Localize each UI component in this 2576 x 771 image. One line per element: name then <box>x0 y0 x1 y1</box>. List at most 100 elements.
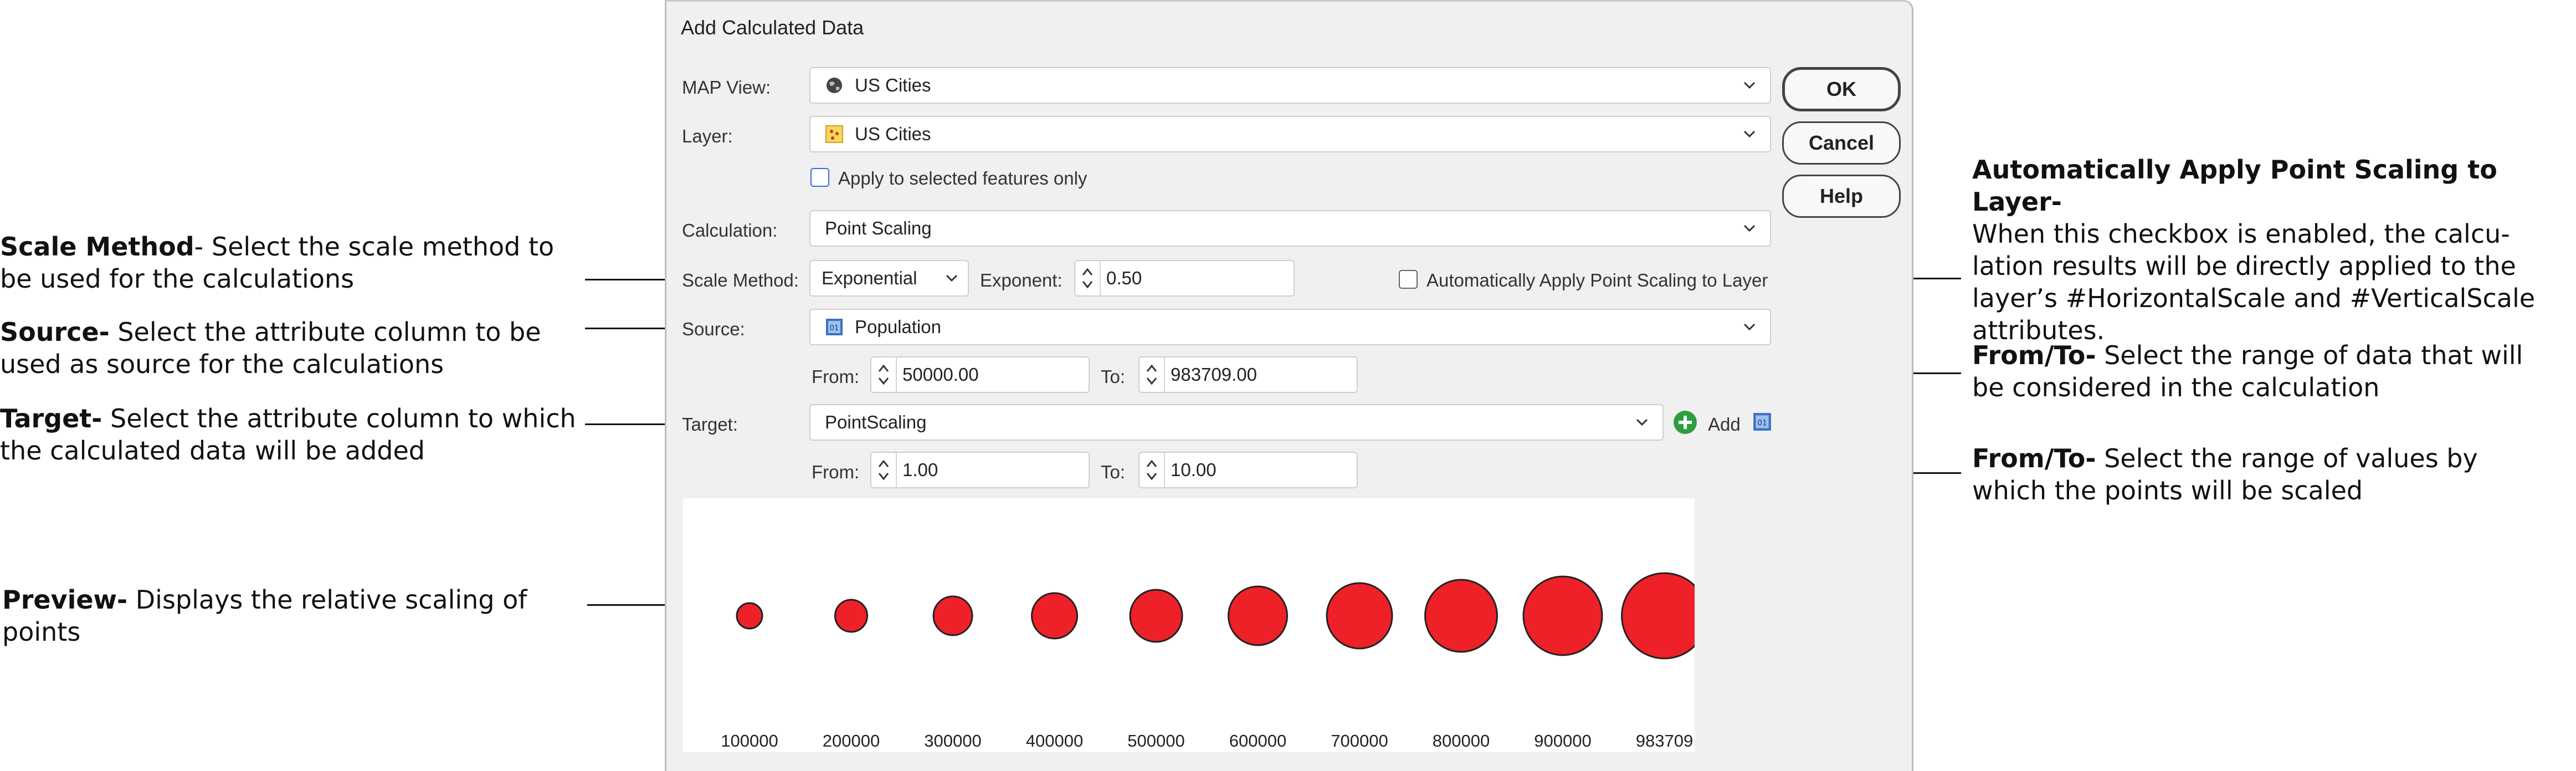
svg-text:01: 01 <box>830 324 839 333</box>
auto-apply-checkbox[interactable] <box>1399 270 1418 289</box>
leader-line <box>585 423 676 425</box>
annotation-source-range: From/To- Select the range of data that w… <box>1972 339 2559 404</box>
chevron-down-icon <box>1743 81 1756 89</box>
cancel-button[interactable]: Cancel <box>1782 121 1901 165</box>
annotation-title: Automatically Apply Point Scaling to Lay… <box>1972 155 2497 217</box>
stepper-arrows-icon[interactable] <box>871 358 897 392</box>
preview-point <box>1228 585 1288 646</box>
annotation-auto-apply: Automatically Apply Point Scaling to Lay… <box>1972 154 2576 346</box>
calculation-label: Calculation: <box>682 220 778 241</box>
stepper-arrows-icon[interactable] <box>871 453 897 487</box>
target-from-stepper[interactable]: 1.00 <box>870 452 1090 488</box>
annotation-text: When this checkbox is enabled, the calcu… <box>1972 219 2536 345</box>
preview-tick-label: 900000 <box>1534 731 1592 750</box>
ok-button[interactable]: OK <box>1782 67 1901 111</box>
selected-only-label: Apply to selected features only <box>838 168 1087 188</box>
preview-point <box>1522 575 1603 656</box>
chevron-down-icon <box>1743 224 1756 232</box>
preview-chart <box>736 572 1708 660</box>
exponent-value: 0.50 <box>1106 268 1142 288</box>
source-to-label: To: <box>1101 366 1126 387</box>
numeric-column-icon: 01 <box>826 319 843 335</box>
layer-label: Layer: <box>682 126 733 146</box>
map-view-value: US Cities <box>855 75 931 95</box>
annotation-title: Scale Method <box>0 232 194 262</box>
source-from-label: From: <box>812 366 860 387</box>
dialog-title: Add Calculated Data <box>681 16 864 39</box>
target-value: PointScaling <box>825 412 927 432</box>
leader-line <box>585 328 676 329</box>
target-to-stepper[interactable]: 10.00 <box>1138 452 1358 488</box>
preview-tick-label: 983709 <box>1635 731 1694 750</box>
preview-point <box>1621 572 1708 660</box>
source-to-value: 983709.00 <box>1171 364 1257 385</box>
map-view-label: MAP View: <box>682 77 771 98</box>
preview-tick-label: 500000 <box>1127 731 1185 750</box>
numeric-column-icon[interactable]: 01 <box>1752 412 1772 432</box>
svg-text:01: 01 <box>1757 418 1767 427</box>
preview-tick-label: 300000 <box>924 731 982 750</box>
add-label[interactable]: Add <box>1708 414 1741 435</box>
annotation-title: From/To- <box>1972 443 2096 473</box>
preview-tick-label: 200000 <box>822 731 880 750</box>
target-to-value: 10.00 <box>1171 459 1217 480</box>
preview-point <box>1129 589 1183 643</box>
help-button[interactable]: Help <box>1782 175 1901 218</box>
annotation-source: Source- Select the attribute column to b… <box>0 316 576 380</box>
point-layer-icon <box>825 125 843 143</box>
stepper-arrows-icon[interactable] <box>1140 453 1165 487</box>
leader-line <box>585 279 676 280</box>
preview-point <box>1424 579 1498 653</box>
layer-select[interactable]: US Cities <box>809 116 1771 152</box>
annotation-title: Preview- <box>2 585 128 615</box>
selected-only-checkbox[interactable] <box>810 168 829 187</box>
exponent-stepper[interactable]: 0.50 <box>1074 260 1295 297</box>
source-value: Population <box>855 316 941 337</box>
scale-method-select[interactable]: Exponential <box>809 260 969 297</box>
target-from-value: 1.00 <box>902 459 938 480</box>
preview-tick-label: 700000 <box>1331 731 1388 750</box>
add-calculated-data-dialog: Add Calculated Data MAP View: US Cities … <box>665 0 1913 771</box>
chevron-down-icon <box>946 274 958 282</box>
point-scaling-preview <box>683 498 1708 752</box>
target-from-label: From: <box>812 462 860 482</box>
calculation-value: Point Scaling <box>825 218 932 238</box>
map-view-select[interactable]: US Cities <box>809 67 1771 104</box>
target-label: Target: <box>682 414 738 435</box>
target-select[interactable]: PointScaling <box>809 404 1664 441</box>
source-from-value: 50000.00 <box>902 364 979 385</box>
globe-icon <box>827 78 842 93</box>
stepper-arrows-icon[interactable] <box>1075 261 1101 295</box>
chevron-down-icon <box>1743 130 1756 138</box>
exponent-label: Exponent: <box>980 270 1063 290</box>
annotation-title: Target- <box>0 404 102 433</box>
auto-apply-label: Automatically Apply Point Scaling to Lay… <box>1426 270 1768 290</box>
preview-tick-label: 400000 <box>1025 731 1084 750</box>
preview-point <box>1326 582 1393 650</box>
annotation-scale-method: Scale Method- Select the scale method to… <box>0 231 576 295</box>
chevron-down-icon <box>1743 323 1756 331</box>
layer-value: US Cities <box>855 124 931 144</box>
preview-point <box>1031 592 1078 640</box>
preview-tick-label: 600000 <box>1229 731 1287 750</box>
preview-tick-label: 100000 <box>721 731 778 750</box>
chevron-down-icon <box>1636 418 1648 426</box>
stepper-arrows-icon[interactable] <box>1140 358 1165 392</box>
preview-tick-label: 800000 <box>1432 731 1490 750</box>
source-to-stepper[interactable]: 983709.00 <box>1138 356 1358 393</box>
calculation-select[interactable]: Point Scaling <box>809 210 1771 247</box>
annotation-preview: Preview- Displays the relative scaling o… <box>2 584 578 648</box>
source-from-stepper[interactable]: 50000.00 <box>870 356 1090 393</box>
preview-point <box>932 595 973 636</box>
leader-line <box>587 604 676 606</box>
annotation-target: Target- Select the attribute column to w… <box>0 402 576 467</box>
annotation-title: From/To- <box>1972 340 2096 370</box>
annotation-title: Source- <box>0 317 110 347</box>
preview-point <box>736 602 763 630</box>
scale-method-label: Scale Method: <box>682 270 799 290</box>
target-to-label: To: <box>1101 462 1126 482</box>
source-label: Source: <box>682 319 745 339</box>
source-select[interactable]: 01 Population <box>809 309 1771 345</box>
add-icon[interactable] <box>1672 410 1698 435</box>
preview-point <box>834 599 868 633</box>
